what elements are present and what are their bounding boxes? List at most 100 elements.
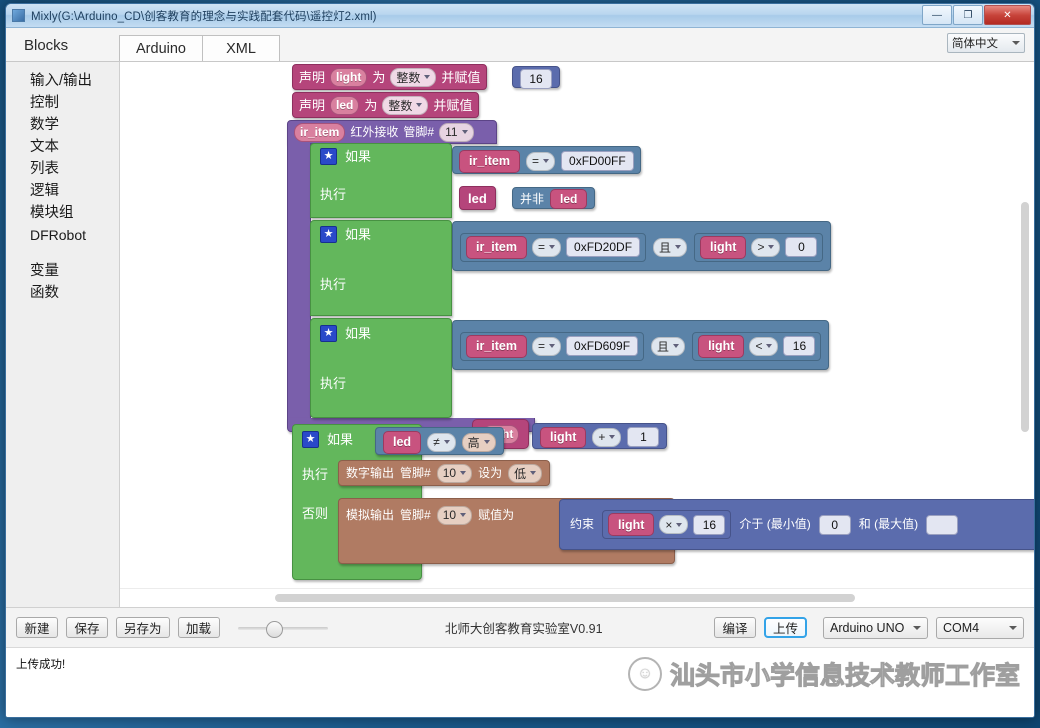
canvas-vertical-scrollbar[interactable] [1021, 202, 1029, 432]
if-2-cond-b-operator[interactable]: > [751, 237, 781, 257]
tab-arduino[interactable]: Arduino [119, 35, 203, 61]
ir-item-varname[interactable]: ir_item [294, 122, 346, 142]
block-declare-light-value[interactable]: 16 [512, 66, 560, 89]
zoom-slider[interactable] [237, 620, 328, 638]
if-3-math-right[interactable]: 1 [627, 427, 660, 447]
tab-xml[interactable]: XML [201, 35, 280, 61]
if-3-keyword: 如果 [345, 326, 372, 341]
if-4-cond-left[interactable]: led [383, 430, 422, 454]
console-panel[interactable]: 上传成功! ☺ 汕头市小学信息技术教师工作室 [6, 647, 1034, 717]
constrain-operator[interactable]: × [659, 515, 689, 534]
if-1-set-led[interactable]: led [459, 186, 496, 210]
if-4-cond-right[interactable]: 高 [461, 432, 496, 452]
compile-button[interactable]: 编译 [713, 617, 756, 638]
sidebar-item-io[interactable]: 输入/输出 [6, 70, 119, 92]
port-select-value: COM4 [943, 620, 980, 635]
if-1-not-operand[interactable]: led [550, 189, 588, 209]
if-2-cond-a-right[interactable]: 0xFD20DF [566, 237, 641, 257]
new-button[interactable]: 新建 [16, 617, 58, 638]
digital-write-value[interactable]: 低 [508, 463, 543, 483]
if-3-cond-a-operator[interactable]: = [532, 336, 562, 356]
constrain-value-expression[interactable]: light × 16 [602, 510, 732, 539]
ir-pin-label: 管脚# [403, 124, 435, 139]
assign-keyword-2: 并赋值 [433, 97, 473, 113]
if-2-logic-operator[interactable]: 且 [653, 237, 688, 257]
block-digital-write[interactable]: 数字输出 管脚# 10 设为 低 [338, 460, 551, 486]
declare-light-varname[interactable]: light [330, 67, 368, 87]
if-2-cond-a[interactable]: ir_item = 0xFD20DF [460, 232, 647, 262]
block-ir-receive[interactable]: ir_item 红外接收 管脚# 11 [287, 120, 497, 144]
canvas-horizontal-scrollbar[interactable] [275, 594, 855, 602]
upload-button[interactable]: 上传 [763, 617, 807, 638]
language-select[interactable]: 简体中文 [947, 33, 1025, 53]
if-3-cond-b[interactable]: light < 16 [692, 331, 822, 361]
block-constrain[interactable]: 约束 light × 16 介于 (最小值) 0 和 (最大值) [559, 499, 1034, 550]
block-declare-light[interactable]: 声明 light 为 整数 并赋值 [292, 64, 488, 90]
declare-led-varname[interactable]: led [330, 95, 360, 115]
if-4-condition[interactable]: led ≠ 高 [375, 427, 504, 455]
constrain-right[interactable]: 16 [693, 514, 726, 535]
if-2-cond-b-right[interactable]: 0 [785, 237, 818, 257]
if-2-condition[interactable]: ir_item = 0xFD20DF 且 light > 0 [452, 221, 832, 271]
blockly-canvas[interactable]: 声明 light 为 整数 并赋值 16 声明 led 为 整数 并赋值 ir_… [120, 62, 1034, 607]
if-1-cond-operator[interactable]: = [526, 151, 556, 171]
if-3-cond-a-left[interactable]: ir_item [466, 334, 527, 358]
if-2-cond-a-operator[interactable]: = [532, 237, 562, 257]
digital-write-set-label: 设为 [478, 465, 503, 480]
zoom-slider-knob[interactable] [265, 620, 283, 638]
mutator-star-icon-3[interactable]: ★ [320, 325, 337, 342]
language-select-value: 简体中文 [952, 38, 998, 50]
board-select[interactable]: Arduino UNO [823, 616, 928, 639]
constrain-min-value[interactable]: 0 [818, 514, 851, 535]
save-button[interactable]: 保存 [66, 617, 108, 638]
if-2-cond-a-left[interactable]: ir_item [466, 235, 527, 259]
window-title: Mixly(G:\Arduino_CD\创客教育的理念与实践配套代码\遥控灯2.… [31, 10, 377, 23]
sidebar-item-math[interactable]: 数学 [6, 114, 119, 136]
digital-write-pin[interactable]: 10 [436, 463, 473, 483]
port-select[interactable]: COM4 [936, 616, 1024, 639]
declare-light-type[interactable]: 整数 [390, 67, 437, 87]
sidebar-item-dfrobot[interactable]: DFRobot [6, 224, 119, 246]
sidebar-item-control[interactable]: 控制 [6, 92, 119, 114]
if-3-logic-operator[interactable]: 且 [651, 336, 686, 356]
declare-light-value-field[interactable]: 16 [520, 69, 552, 89]
sidebar-item-functions[interactable]: 函数 [6, 282, 119, 304]
block-declare-led[interactable]: 声明 led 为 整数 并赋值 [292, 92, 480, 118]
if-3-math-left[interactable]: light [540, 426, 587, 448]
if-1-cond-left[interactable]: ir_item [459, 149, 520, 173]
if-4-header: ★ 如果 [302, 431, 353, 448]
if-2-cond-b[interactable]: light > 0 [694, 232, 824, 262]
if-3-math-operator[interactable]: + [592, 427, 622, 447]
constrain-label: 约束 [570, 517, 595, 531]
if-1-cond-right[interactable]: 0xFD00FF [561, 151, 634, 171]
sidebar-item-list[interactable]: 列表 [6, 158, 119, 180]
if-3-cond-b-left[interactable]: light [698, 334, 745, 358]
if-2-cond-b-left[interactable]: light [700, 235, 747, 259]
sidebar-item-variables[interactable]: 变量 [6, 260, 119, 282]
if-3-math-block[interactable]: light + 1 [532, 423, 668, 449]
if-1-condition[interactable]: ir_item = 0xFD00FF [452, 146, 641, 174]
sidebar-item-logic[interactable]: 逻辑 [6, 180, 119, 202]
if-1-not-block[interactable]: 并非 led [512, 187, 596, 209]
constrain-left[interactable]: light [608, 513, 655, 536]
constrain-max-value[interactable] [926, 514, 959, 535]
ir-pin-value[interactable]: 11 [439, 122, 474, 142]
sidebar-item-text[interactable]: 文本 [6, 136, 119, 158]
sidebar-item-modules[interactable]: 模块组 [6, 202, 119, 224]
minimize-button[interactable]: — [922, 5, 952, 25]
mutator-star-icon-4[interactable]: ★ [302, 431, 319, 448]
if-4-cond-operator[interactable]: ≠ [427, 432, 456, 452]
load-button[interactable]: 加载 [177, 617, 220, 638]
maximize-button[interactable]: ❐ [953, 5, 983, 25]
declare-led-type[interactable]: 整数 [382, 95, 429, 115]
if-3-cond-b-right[interactable]: 16 [783, 336, 816, 356]
analog-write-pin[interactable]: 10 [436, 505, 473, 525]
if-3-condition[interactable]: ir_item = 0xFD609F 且 light < 16 [452, 320, 830, 370]
mutator-star-icon-2[interactable]: ★ [320, 226, 337, 243]
if-3-cond-b-operator[interactable]: < [749, 336, 779, 356]
mutator-star-icon[interactable]: ★ [320, 148, 337, 165]
if-3-cond-a[interactable]: ir_item = 0xFD609F [460, 331, 645, 361]
if-3-cond-a-right[interactable]: 0xFD609F [566, 336, 639, 356]
close-button[interactable]: ✕ [984, 5, 1031, 25]
save-as-button[interactable]: 另存为 [116, 617, 170, 638]
